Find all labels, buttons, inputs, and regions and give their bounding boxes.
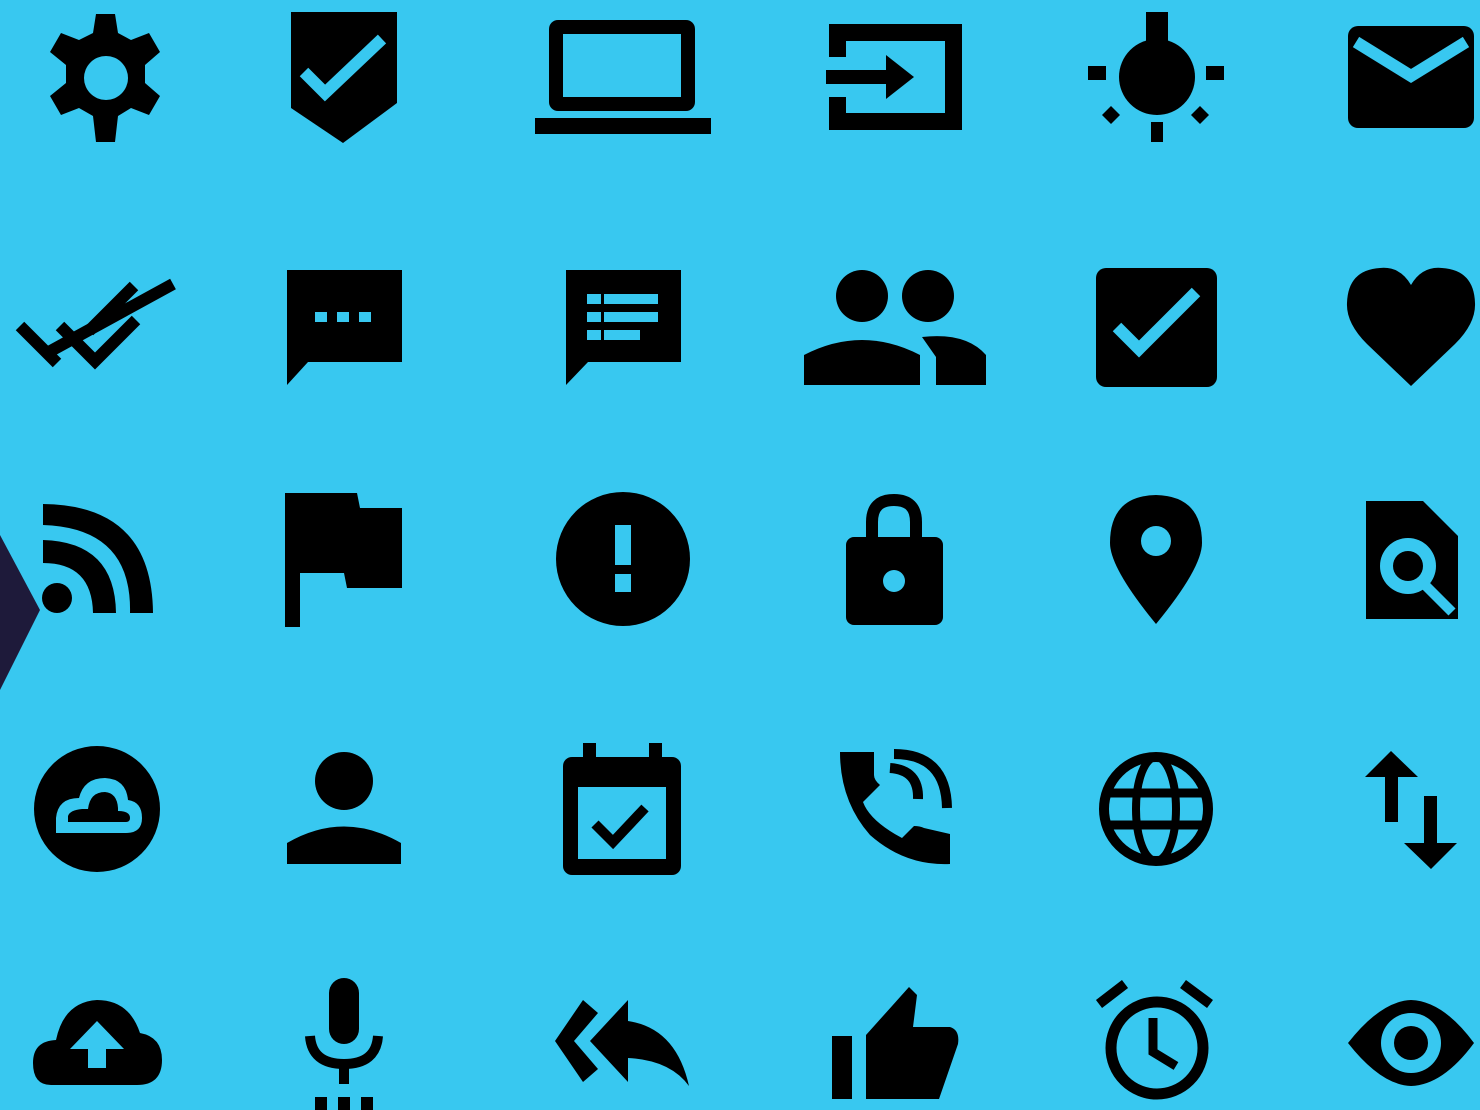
icon-grid-canvas	[0, 0, 1480, 1110]
alert-circle-icon	[556, 492, 690, 626]
background	[0, 0, 1480, 1110]
checkbox-checked-icon	[1096, 268, 1217, 387]
mail-icon	[1348, 26, 1474, 128]
cloud-circle-icon	[34, 746, 160, 872]
calendar-check-icon	[563, 743, 681, 875]
